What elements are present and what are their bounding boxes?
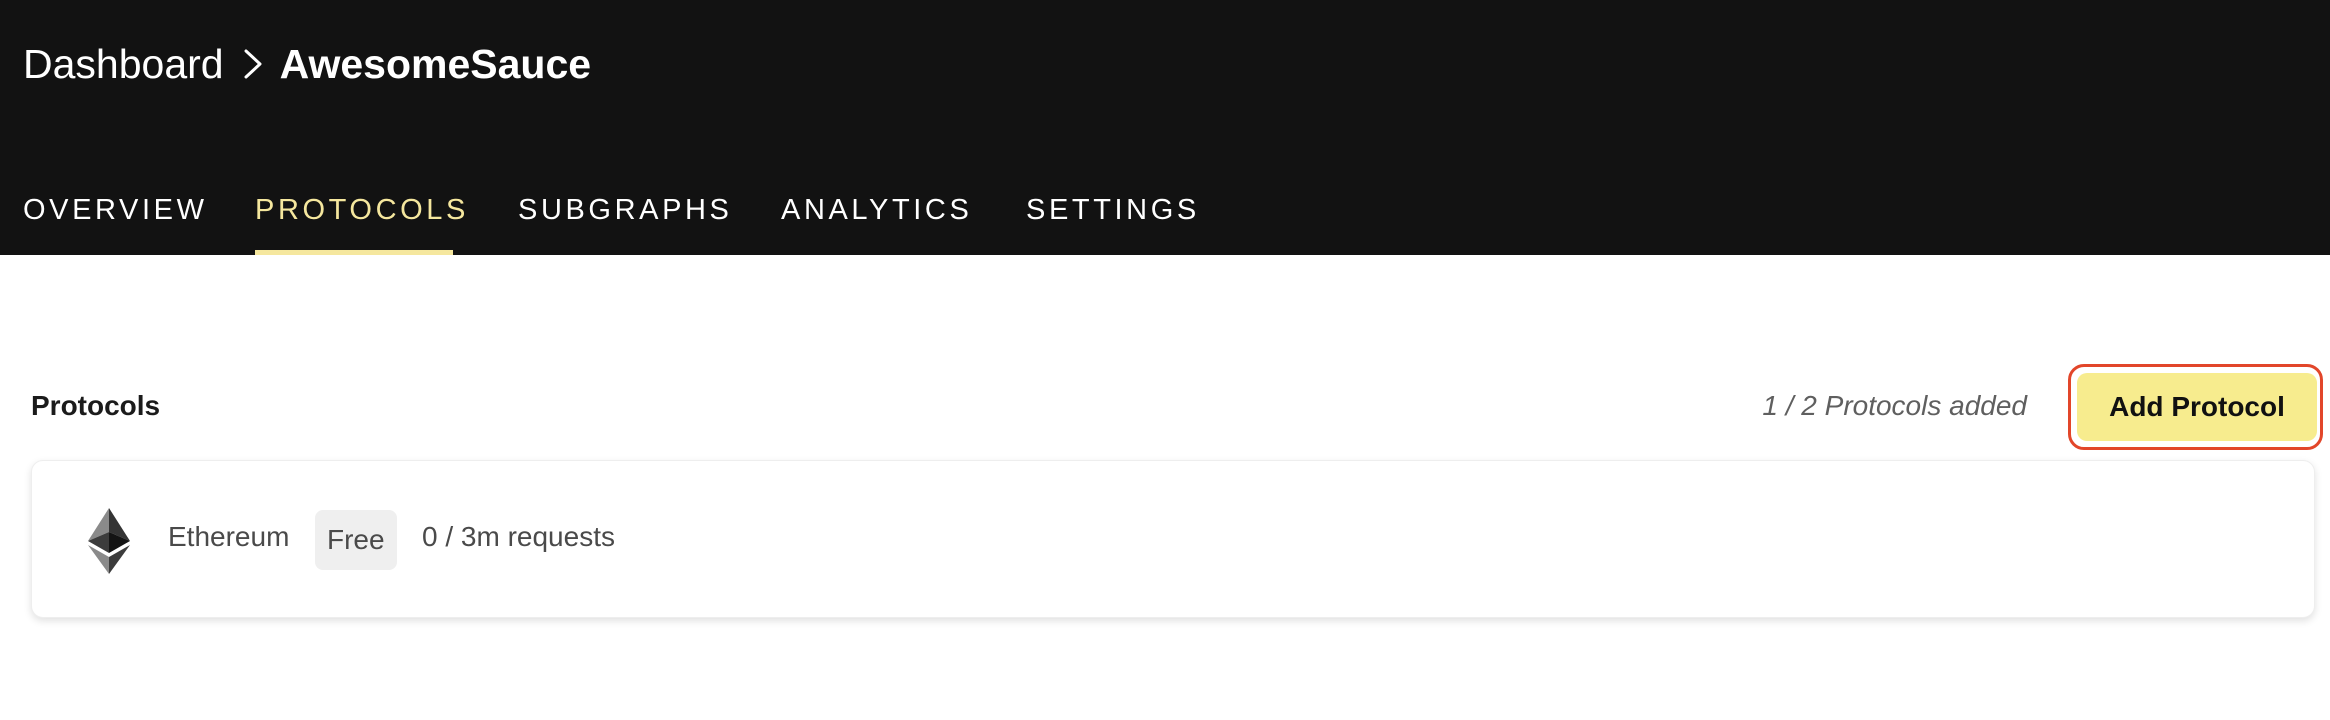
tab-subgraphs[interactable]: SUBGRAPHS — [518, 170, 733, 255]
protocols-count: 1 / 2 Protocols added — [1762, 390, 2027, 421]
tab-analytics[interactable]: ANALYTICS — [781, 170, 972, 255]
tab-label: PROTOCOLS — [255, 194, 469, 226]
tab-settings[interactable]: SETTINGS — [1026, 170, 1200, 255]
tab-protocols[interactable]: PROTOCOLS — [255, 170, 465, 255]
add-protocol-button[interactable]: Add Protocol — [2077, 373, 2317, 441]
ethereum-icon — [88, 508, 130, 574]
top-header: Dashboard AwesomeSauce OVERVIEW PROTOCOL… — [0, 0, 2330, 255]
tab-overview[interactable]: OVERVIEW — [23, 170, 208, 255]
section-title: Protocols — [31, 390, 161, 421]
chevron-right-icon — [242, 48, 264, 80]
protocol-card[interactable]: Ethereum Free 0 / 3m requests — [31, 460, 2315, 618]
breadcrumb: Dashboard AwesomeSauce — [23, 36, 591, 92]
tab-label: OVERVIEW — [23, 194, 208, 226]
tab-label: SETTINGS — [1026, 194, 1200, 226]
tab-label: ANALYTICS — [781, 194, 973, 226]
plan-badge: Free — [315, 510, 397, 570]
active-tab-indicator — [255, 250, 453, 255]
protocol-name: Ethereum — [168, 521, 290, 552]
breadcrumb-dashboard-link[interactable]: Dashboard — [23, 41, 224, 88]
tab-label: SUBGRAPHS — [518, 194, 733, 226]
usage-text: 0 / 3m requests — [422, 521, 615, 552]
breadcrumb-current: AwesomeSauce — [279, 40, 592, 87]
